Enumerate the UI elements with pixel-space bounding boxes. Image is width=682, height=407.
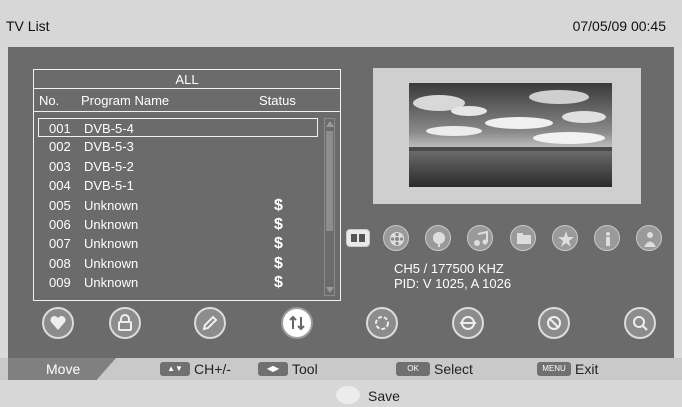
save-bar: Save [0, 380, 682, 407]
channel-row[interactable]: 003 DVB-5-2 [34, 157, 324, 176]
channel-row[interactable]: 006 Unknown $ [34, 215, 324, 234]
channel-name: DVB-5-2 [84, 158, 134, 174]
find-icon [633, 316, 648, 331]
page-title: TV List [6, 18, 50, 34]
person-icon[interactable] [636, 225, 662, 251]
menu-key-icon: MENU [537, 362, 571, 376]
channel-info: CH5 / 177500 KHZ PID: V 1025, A 1026 [394, 261, 511, 291]
preview-window [373, 68, 641, 204]
channel-number: 008 [49, 255, 71, 271]
find-button[interactable] [624, 307, 656, 339]
edit-icon [202, 315, 218, 331]
function-bar [8, 307, 674, 347]
lock-button[interactable] [109, 307, 141, 339]
scrambled-status: $ [274, 274, 283, 292]
move-mode-tab[interactable]: Move [8, 358, 116, 380]
pid-info: PID: V 1025, A 1026 [394, 276, 512, 291]
edit-button[interactable] [194, 307, 226, 339]
save-button[interactable]: Save [368, 388, 400, 404]
main-panel: ALL No. Program Name Status 001 DVB-5-4 … [8, 47, 674, 358]
lock-icon [118, 314, 132, 331]
channel-row[interactable]: 002 DVB-5-3 [34, 137, 324, 156]
column-no: No. [39, 93, 60, 108]
group-label: ALL [34, 70, 340, 89]
channel-name: Unknown [84, 275, 139, 291]
channel-name: DVB-5-1 [84, 178, 134, 194]
datetime: 07/05/09 00:45 [572, 18, 666, 34]
delete-button[interactable] [538, 307, 570, 339]
select-label: Select [434, 361, 473, 377]
scrambled-status: $ [274, 215, 283, 233]
delete-icon [547, 316, 561, 330]
tool-key-icon: ◀▶ [258, 362, 288, 376]
column-headers: No. Program Name Status [34, 90, 340, 112]
scroll-down-arrow-icon[interactable] [326, 287, 334, 293]
scrambled-status: $ [274, 235, 283, 253]
scrambled-status: $ [274, 196, 283, 214]
channel-name: DVB-5-4 [84, 121, 134, 136]
channel-number: 001 [49, 121, 71, 136]
save-key-icon [336, 386, 360, 404]
favorite-icon [50, 315, 66, 330]
channel-list: ALL No. Program Name Status 001 DVB-5-4 … [33, 69, 341, 301]
list-icon[interactable] [346, 229, 370, 247]
move-button[interactable] [452, 307, 484, 339]
channel-row[interactable]: 007 Unknown $ [34, 234, 324, 253]
scrambled-status: $ [274, 254, 283, 272]
channel-number: 006 [49, 216, 71, 232]
favorite-button[interactable] [42, 307, 74, 339]
scroll-thumb[interactable] [326, 131, 333, 231]
channel-number: 003 [49, 158, 71, 174]
film-icon[interactable] [383, 225, 409, 251]
skip-button[interactable] [366, 307, 398, 339]
star-icon[interactable] [552, 225, 578, 251]
sort-icon [289, 315, 305, 331]
ch-label: CH+/- [194, 361, 231, 377]
channel-name: Unknown [84, 197, 139, 213]
channel-name: Unknown [84, 236, 139, 252]
sort-button[interactable] [281, 307, 313, 339]
channel-row[interactable]: 001 DVB-5-4 [38, 118, 318, 138]
move-icon [460, 316, 476, 330]
channel-row[interactable]: 009 Unknown $ [34, 273, 324, 292]
move-label: Move [46, 361, 81, 377]
channel-number: 004 [49, 178, 71, 194]
ok-key-icon: OK [396, 362, 430, 376]
scroll-up-arrow-icon[interactable] [326, 121, 334, 127]
ch-key-icon: ▲▼ [160, 362, 190, 376]
channel-number: 007 [49, 236, 71, 252]
tool-label: Tool [292, 361, 318, 377]
channel-name: Unknown [84, 216, 139, 232]
music-icon[interactable] [467, 225, 493, 251]
list-scrollbar[interactable] [324, 118, 335, 296]
skip-icon [375, 316, 389, 330]
exit-label: Exit [575, 361, 599, 377]
channel-row[interactable]: 008 Unknown $ [34, 254, 324, 273]
channel-rows: 001 DVB-5-4 002 DVB-5-3 003 DVB-5-2 004 … [34, 118, 324, 293]
channel-number: 002 [49, 139, 71, 155]
channel-number: 005 [49, 197, 71, 213]
channel-number: 009 [49, 275, 71, 291]
channel-name: Unknown [84, 255, 139, 271]
column-program-name: Program Name [81, 93, 170, 108]
channel-name: DVB-5-3 [84, 139, 134, 155]
preview-image [409, 83, 612, 187]
info-icon[interactable] [594, 225, 620, 251]
globe-icon[interactable] [425, 225, 451, 251]
column-status: Status [259, 93, 296, 108]
folder-icon[interactable] [510, 225, 536, 251]
channel-row[interactable]: 004 DVB-5-1 [34, 176, 324, 195]
frequency-info: CH5 / 177500 KHZ [394, 261, 504, 276]
channel-row[interactable]: 005 Unknown $ [34, 196, 324, 215]
title-bar: TV List 07/05/09 00:45 [0, 0, 682, 47]
help-bar: Move ▲▼ CH+/- ◀▶ Tool OK Select MENU Exi… [0, 358, 682, 380]
